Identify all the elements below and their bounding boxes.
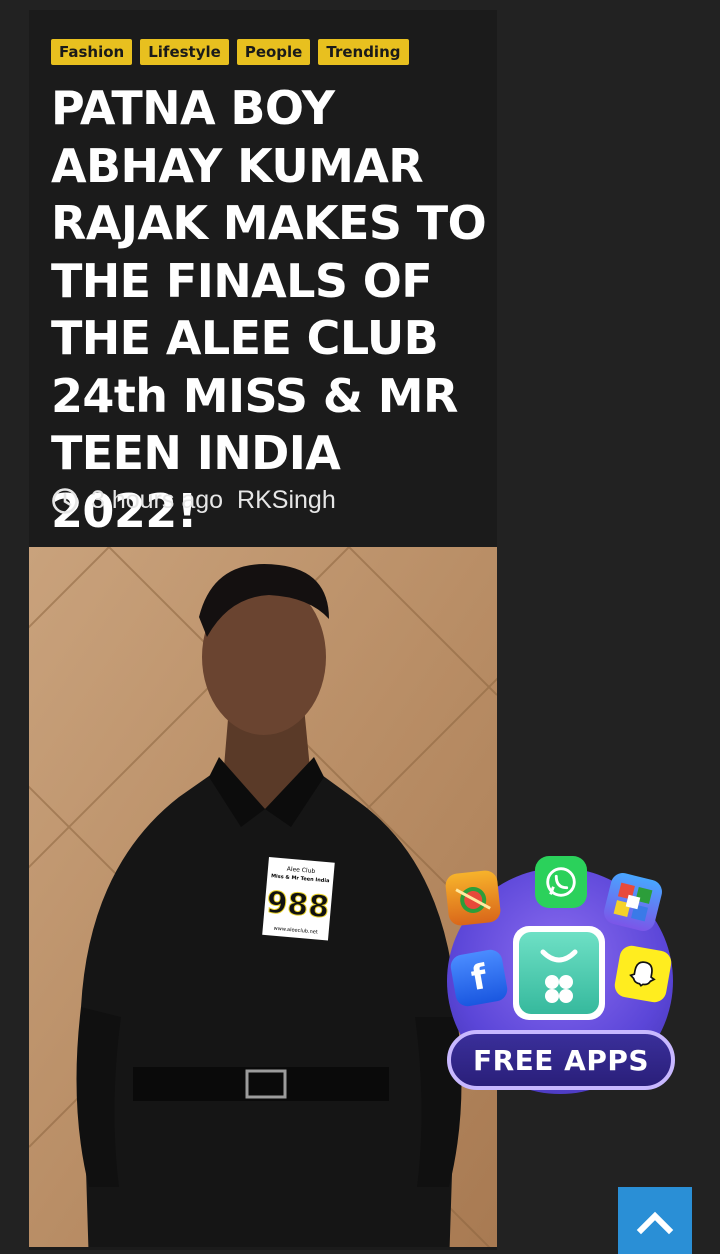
badge-number: 988	[265, 885, 330, 925]
scroll-to-top-button[interactable]	[618, 1187, 692, 1254]
snapchat-icon	[612, 943, 674, 1005]
free-apps-ad[interactable]: f FREE APPS	[441, 854, 681, 1098]
app-store-icon	[513, 926, 605, 1020]
article-card: Fashion Lifestyle People Trending PATNA …	[29, 10, 497, 1250]
facebook-icon: f	[448, 947, 510, 1009]
tag-lifestyle[interactable]: Lifestyle	[140, 39, 229, 65]
post-time: 3 hours ago	[91, 486, 224, 514]
fruit-ninja-icon	[444, 869, 502, 927]
article-meta: 3 hours ago RKSingh	[51, 486, 336, 515]
tag-trending[interactable]: Trending	[318, 39, 409, 65]
whatsapp-icon	[535, 856, 587, 908]
ad-label[interactable]: FREE APPS	[447, 1030, 675, 1090]
tag-fashion[interactable]: Fashion	[51, 39, 133, 65]
chevron-up-icon	[636, 1211, 674, 1234]
clock-icon	[52, 487, 78, 514]
article-photo: Alee Club Miss & Mr Teen India 988 www.a…	[29, 547, 497, 1247]
article-title: PATNA BOY ABHAY KUMAR RAJAK MAKES TO THE…	[51, 81, 487, 538]
author-link[interactable]: RKSingh	[237, 486, 336, 515]
tag-people[interactable]: People	[236, 39, 311, 65]
category-tags: Fashion Lifestyle People Trending	[51, 39, 409, 65]
